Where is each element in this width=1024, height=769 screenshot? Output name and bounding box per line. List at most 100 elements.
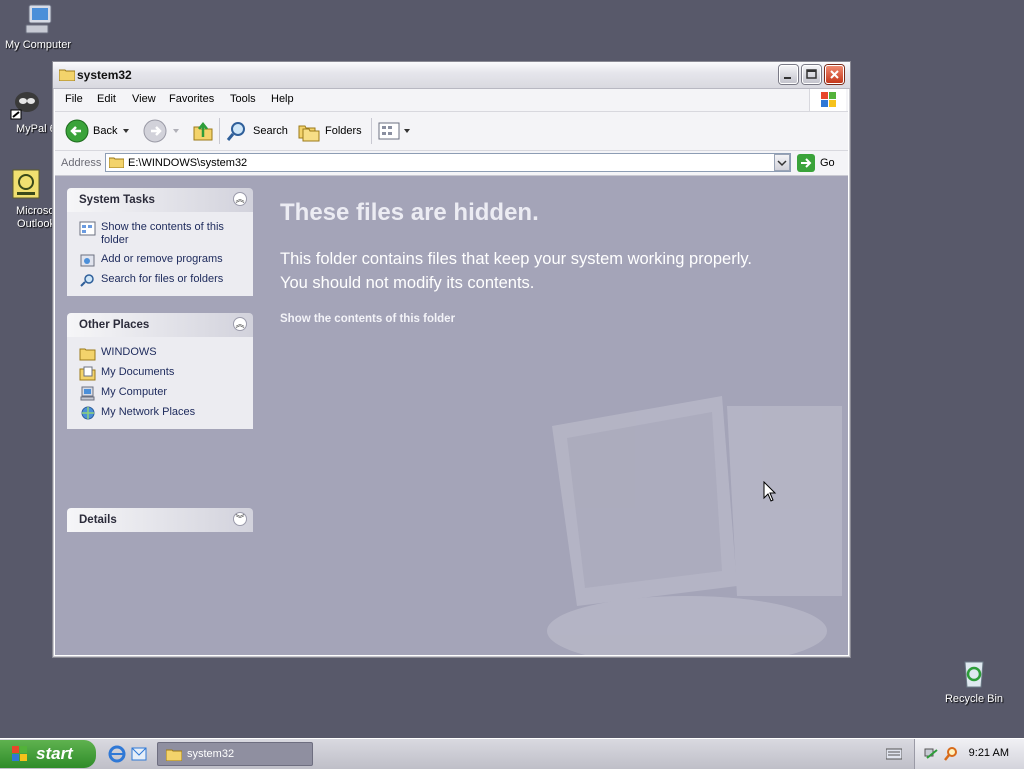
taskbar-window-button[interactable]: system32 — [157, 742, 313, 766]
computer-icon — [21, 2, 55, 36]
desktop-icon-outlook[interactable]: Microsoft Outlook — [0, 168, 52, 231]
place-my-network-places[interactable]: My Network Places — [67, 403, 253, 423]
other-places-header[interactable]: Other Places ︽ — [67, 313, 253, 337]
forward-arrow-icon — [143, 119, 167, 143]
folder-icon — [166, 749, 182, 761]
views-button[interactable] — [377, 118, 413, 144]
desktop-icon-my-computer[interactable]: My Computer — [0, 2, 76, 52]
address-dropdown-button[interactable] — [774, 154, 790, 171]
start-button[interactable]: start — [0, 740, 96, 768]
maximize-button[interactable] — [802, 65, 821, 84]
place-my-computer[interactable]: My Computer — [67, 383, 253, 403]
go-button[interactable]: Go — [797, 154, 835, 172]
other-places-title: Other Places — [79, 319, 150, 331]
add-remove-programs-icon — [80, 254, 95, 267]
search-icon — [226, 122, 245, 141]
desktop-icon-label: Microsoft Outlook — [16, 205, 52, 230]
task-label: Show the contents of this folder — [101, 221, 224, 246]
folders-icon — [298, 125, 320, 142]
place-label: WINDOWS — [101, 346, 157, 358]
folders-button[interactable]: Folders — [297, 118, 362, 144]
windows-logo-icon — [12, 746, 27, 761]
dropdown-arrow-icon — [404, 129, 410, 133]
desktop-icon-mypal[interactable]: MyPal 6 — [0, 86, 52, 136]
system-tasks-title: System Tasks — [79, 194, 155, 206]
desktop-icon-label: MyPal 6 — [16, 123, 52, 135]
hidden-files-message: This folder contains files that keep you… — [280, 247, 752, 295]
explorer-window: system32 File Edit View Favorites Tools … — [52, 61, 851, 658]
other-places-panel: Other Places ︽ WINDOWS My Documents My C… — [67, 313, 253, 429]
menu-view[interactable]: View — [132, 93, 156, 105]
hidden-files-heading: These files are hidden. — [280, 199, 539, 226]
expand-icon[interactable]: ︾ — [233, 512, 247, 526]
details-title: Details — [79, 514, 117, 526]
place-my-documents[interactable]: My Documents — [67, 363, 253, 383]
task-add-remove-programs[interactable]: Add or remove programs — [67, 250, 253, 270]
show-contents-icon — [79, 221, 96, 236]
go-label: Go — [820, 157, 835, 169]
internet-explorer-icon[interactable] — [108, 745, 126, 763]
title-bar[interactable]: system32 — [53, 62, 850, 89]
search-icon — [80, 274, 94, 287]
my-documents-icon — [79, 366, 96, 381]
menu-favorites[interactable]: Favorites — [169, 93, 214, 105]
desktop-icon-recycle-bin[interactable]: Recycle Bin — [936, 656, 1012, 706]
dropdown-arrow-icon — [173, 129, 179, 133]
views-icon — [378, 122, 400, 140]
place-label: My Network Places — [101, 406, 196, 418]
minimize-icon — [784, 77, 791, 79]
address-value: E:\WINDOWS\system32 — [128, 157, 248, 169]
close-button[interactable] — [825, 65, 844, 84]
address-label: Address — [61, 157, 102, 169]
go-arrow-icon — [797, 154, 815, 172]
desktop-icon-label: Recycle Bin — [944, 693, 1004, 705]
outlook-icon — [9, 168, 43, 202]
task-pane: System Tasks ︽ Show the contents of this… — [55, 176, 267, 655]
network-icon[interactable] — [923, 746, 939, 762]
show-contents-link[interactable]: Show the contents of this folder — [280, 313, 455, 325]
magnifier-icon[interactable] — [943, 746, 959, 762]
mouse-cursor-icon — [763, 481, 777, 502]
search-label: Search — [253, 125, 288, 137]
chevron-down-icon — [777, 160, 787, 167]
collapse-icon[interactable]: ︽ — [233, 192, 247, 206]
close-icon — [830, 70, 839, 79]
dropdown-arrow-icon[interactable] — [121, 126, 133, 136]
menu-tools[interactable]: Tools — [230, 93, 256, 105]
menu-help[interactable]: Help — [271, 93, 294, 105]
taskbar-window-label: system32 — [187, 748, 235, 760]
task-search-files[interactable]: Search for files or folders — [67, 270, 253, 290]
forward-button[interactable] — [143, 118, 183, 144]
system-tasks-header[interactable]: System Tasks ︽ — [67, 188, 253, 212]
windows-logo-icon — [809, 89, 846, 111]
task-show-contents[interactable]: Show the contents of this folder — [67, 218, 253, 250]
system-tasks-panel: System Tasks ︽ Show the contents of this… — [67, 188, 253, 296]
details-header[interactable]: Details ︾ — [67, 508, 253, 532]
maximize-icon — [806, 69, 817, 79]
up-folder-button[interactable] — [191, 118, 215, 144]
place-label: My Documents — [101, 366, 175, 378]
system-tray: 9:21 AM — [914, 739, 1024, 769]
message-line-2: You should not modify its contents. — [280, 274, 535, 292]
collapse-icon[interactable]: ︽ — [233, 317, 247, 331]
address-input[interactable]: E:\WINDOWS\system32 — [105, 153, 791, 172]
message-line-1: This folder contains files that keep you… — [280, 250, 752, 268]
details-panel: Details ︾ — [67, 508, 253, 532]
menu-file[interactable]: File — [65, 93, 83, 105]
search-button[interactable]: Search — [225, 118, 288, 144]
outlook-express-icon[interactable] — [130, 745, 148, 763]
computer-icon — [80, 386, 95, 401]
network-places-icon — [81, 406, 95, 420]
minimize-button[interactable] — [779, 65, 798, 84]
menu-bar: File Edit View Favorites Tools Help — [55, 89, 848, 112]
place-windows[interactable]: WINDOWS — [67, 343, 253, 363]
address-bar: Address E:\WINDOWS\system32 Go — [55, 151, 848, 176]
menu-edit[interactable]: Edit — [97, 93, 116, 105]
clock[interactable]: 9:21 AM — [969, 747, 1009, 759]
folder-icon — [79, 348, 96, 361]
back-button[interactable]: Back — [65, 118, 133, 144]
keyboard-icon[interactable] — [886, 748, 902, 760]
mypal-browser-icon — [9, 86, 43, 120]
start-label: start — [36, 744, 73, 763]
up-folder-icon — [193, 121, 213, 141]
